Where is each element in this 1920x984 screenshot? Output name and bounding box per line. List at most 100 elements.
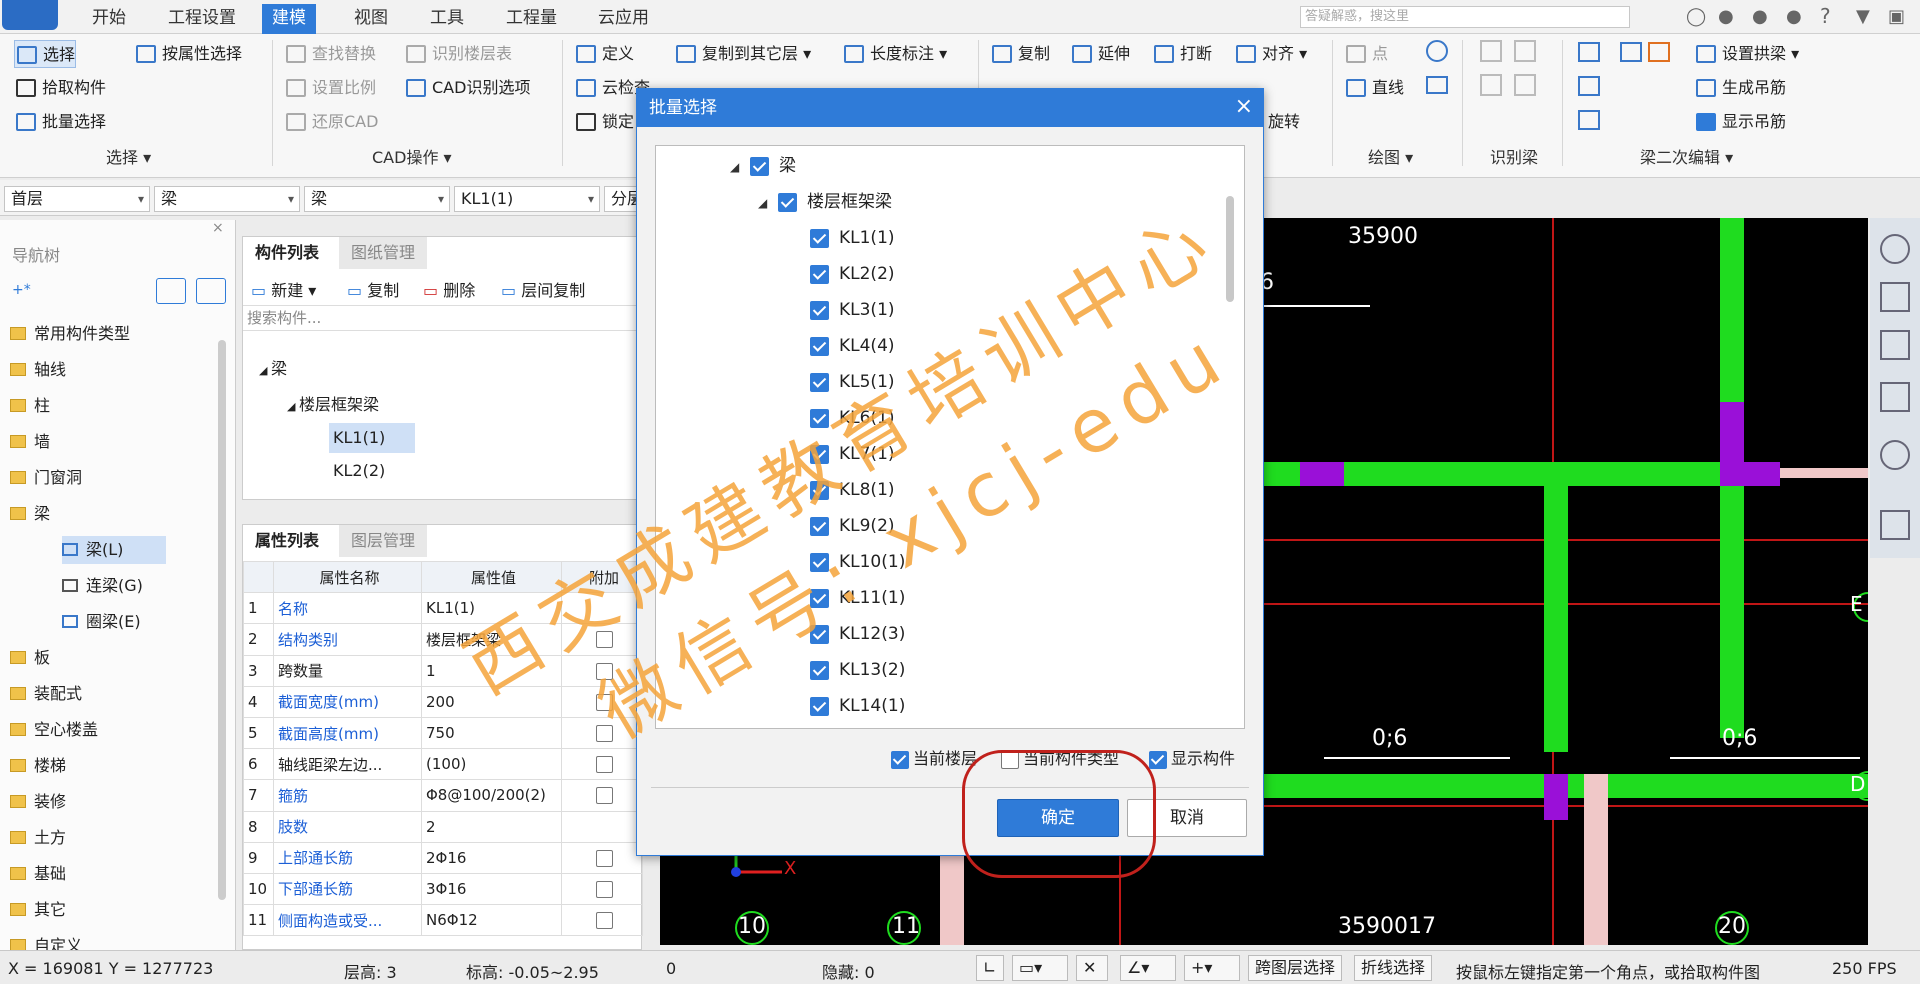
tree-item-beam[interactable]: KL5(1) (810, 368, 895, 396)
property-row[interactable]: 5 截面高度(mm) 750 (243, 716, 643, 750)
point-button[interactable]: 点 (1344, 40, 1388, 68)
tab-start[interactable]: 开始 (82, 4, 136, 34)
nav-item-foundation[interactable]: 基础 (10, 860, 66, 888)
help-icon[interactable]: ? (1820, 4, 1831, 28)
tab-modeling[interactable]: 建模 (262, 4, 316, 34)
recognize-rebar-icon[interactable] (1480, 74, 1502, 96)
extra-checkbox[interactable] (595, 662, 613, 680)
tree-node-root[interactable]: ◢ 梁 (730, 152, 796, 180)
nav-item-other[interactable]: 其它 (10, 896, 66, 924)
recognize-beam-group-label[interactable]: 识别梁 (1490, 144, 1538, 168)
column[interactable] (1720, 462, 1780, 486)
property-row[interactable]: 3 跨数量 1 (243, 654, 643, 687)
tree-view-icon[interactable] (196, 278, 226, 304)
beam-paint-icon[interactable] (1648, 42, 1670, 62)
tree-item-beam[interactable]: KL11(1) (810, 584, 905, 612)
checkbox-checked-icon[interactable] (778, 192, 797, 212)
property-row[interactable]: 4 截面宽度(mm) 200 (243, 685, 643, 718)
cad-recognition-options-button[interactable]: CAD识别选项 (404, 74, 530, 102)
nav-item-link-beam[interactable]: 连梁(G) (62, 572, 143, 600)
align-button[interactable]: 对齐 ▾ (1234, 40, 1307, 68)
length-dimension-button[interactable]: 长度标注 ▾ (842, 40, 947, 68)
delete-component-button[interactable]: ▭ 删除 (423, 277, 475, 301)
refresh-icon[interactable] (1880, 440, 1910, 470)
checkbox-checked-icon[interactable] (1149, 750, 1167, 769)
edit-icon[interactable] (1578, 110, 1600, 130)
help-search-input[interactable]: 答疑解惑，搜这里 (1300, 6, 1630, 28)
cross-layer-select-button[interactable]: 跨图层选择 (1248, 955, 1343, 981)
nav-item-column[interactable]: 柱 (10, 392, 50, 420)
tree-node-group[interactable]: ◢ 楼层框架梁 (758, 188, 892, 216)
current-floor-option[interactable]: 当前楼层 (891, 745, 977, 769)
extra-checkbox[interactable] (595, 880, 613, 898)
extend-button[interactable]: 延伸 (1070, 40, 1130, 68)
beam-vertical[interactable] (1584, 774, 1608, 945)
nav-scrollbar[interactable] (218, 340, 226, 900)
tree-item-beam[interactable]: KL6(1) (810, 404, 895, 432)
checkbox-checked-icon[interactable] (810, 444, 829, 464)
tree-item-beam[interactable]: KL14(1) (810, 692, 905, 720)
define-button[interactable]: 定义 (574, 40, 634, 68)
show-hanger-checkbox[interactable]: 显示吊筋 (1694, 108, 1786, 136)
nav-item-ring-beam[interactable]: 圈梁(E) (62, 608, 141, 636)
tree-item-beam[interactable]: KL8(1) (810, 476, 895, 504)
tree-item-beam[interactable]: KL3(1) (810, 296, 895, 324)
nav-item-hollow-floor[interactable]: 空心楼盖 (10, 716, 98, 744)
property-row[interactable]: 2 结构类别 楼层框架梁 (243, 623, 643, 656)
orbit-icon[interactable] (1880, 234, 1910, 264)
select-button[interactable]: 选择 (14, 40, 77, 68)
beam-vertical[interactable] (1544, 482, 1568, 752)
close-icon[interactable]: × (1235, 95, 1253, 119)
select-by-property-button[interactable]: 按属性选择 (134, 40, 242, 68)
copy-between-floors-button[interactable]: ▭ 层间复制 (501, 277, 585, 301)
beam-horizontal[interactable] (1780, 468, 1868, 478)
find-replace-button[interactable]: 查找替换 (284, 40, 376, 68)
set-arch-beam-button[interactable]: 设置拱梁 ▾ (1694, 40, 1799, 68)
list-view-icon[interactable] (156, 278, 186, 304)
checkbox-checked-icon[interactable] (810, 228, 829, 248)
checkbox-checked-icon[interactable] (810, 372, 829, 392)
checkbox-checked-icon[interactable] (810, 660, 829, 680)
snap-toggle[interactable]: ▭▾ (1012, 955, 1068, 981)
tree-item-beam[interactable]: KL1(1) (810, 224, 895, 252)
app-logo[interactable] (2, 0, 58, 30)
bell-icon[interactable]: ● (1718, 6, 1734, 27)
component-select[interactable]: KL1(1) (454, 186, 600, 212)
tree-item-beam[interactable]: KL2(2) (810, 260, 895, 288)
tab-component-list[interactable]: 构件列表 (243, 237, 332, 269)
extra-checkbox[interactable] (595, 849, 613, 867)
span-icon[interactable] (1578, 76, 1600, 96)
component-subtype-select[interactable]: 梁 (304, 186, 450, 212)
beam-filter-icon[interactable] (1620, 42, 1642, 62)
collapse-arrow-icon[interactable]: ◢ (730, 153, 744, 181)
ortho-toggle[interactable]: ∟ (976, 955, 1004, 981)
checkbox-checked-icon[interactable] (810, 588, 829, 608)
component-type-select[interactable]: 梁 (154, 186, 300, 212)
extra-checkbox[interactable] (595, 912, 613, 930)
lock-button[interactable]: 锁定 (574, 108, 634, 136)
tab-view[interactable]: 视图 (344, 4, 398, 34)
user-icon[interactable]: ◯ (1686, 6, 1706, 27)
recognize-floor-table-button[interactable]: 识别楼层表 (404, 40, 512, 68)
property-row[interactable]: 10 下部通长筋 3Φ16 (243, 872, 643, 906)
cross-toggle[interactable]: ✕ (1076, 955, 1108, 981)
nav-item-earthwork[interactable]: 土方 (10, 824, 66, 852)
polyline-select-button[interactable]: 折线选择 (1354, 955, 1433, 981)
batch-select-button[interactable]: 批量选择 (14, 108, 106, 136)
tab-project-settings[interactable]: 工程设置 (158, 4, 246, 34)
tab-layer-management[interactable]: 图层管理 (339, 525, 428, 557)
checkbox-checked-icon[interactable] (810, 264, 829, 284)
layer-icon[interactable] (1880, 510, 1910, 540)
recognize-hanger-icon[interactable] (1514, 74, 1536, 96)
copy-component-button[interactable]: ▭ 复制 (347, 277, 399, 301)
new-component-button[interactable]: ▭ 新建 ▾ (251, 277, 316, 301)
component-search-input[interactable]: 搜索构件... (243, 305, 641, 331)
property-row[interactable]: 9 上部通长筋 2Φ16 (243, 841, 643, 874)
checkbox-checked-icon[interactable] (810, 300, 829, 320)
tree-item-beam[interactable]: KL10(1) (810, 548, 905, 576)
recognize-span-icon[interactable] (1514, 40, 1536, 62)
checkbox-checked-icon[interactable] (810, 408, 829, 428)
tab-cloud[interactable]: 云应用 (588, 4, 659, 34)
checkbox-checked-icon[interactable] (891, 750, 909, 769)
tree-scrollbar[interactable] (1226, 196, 1234, 302)
